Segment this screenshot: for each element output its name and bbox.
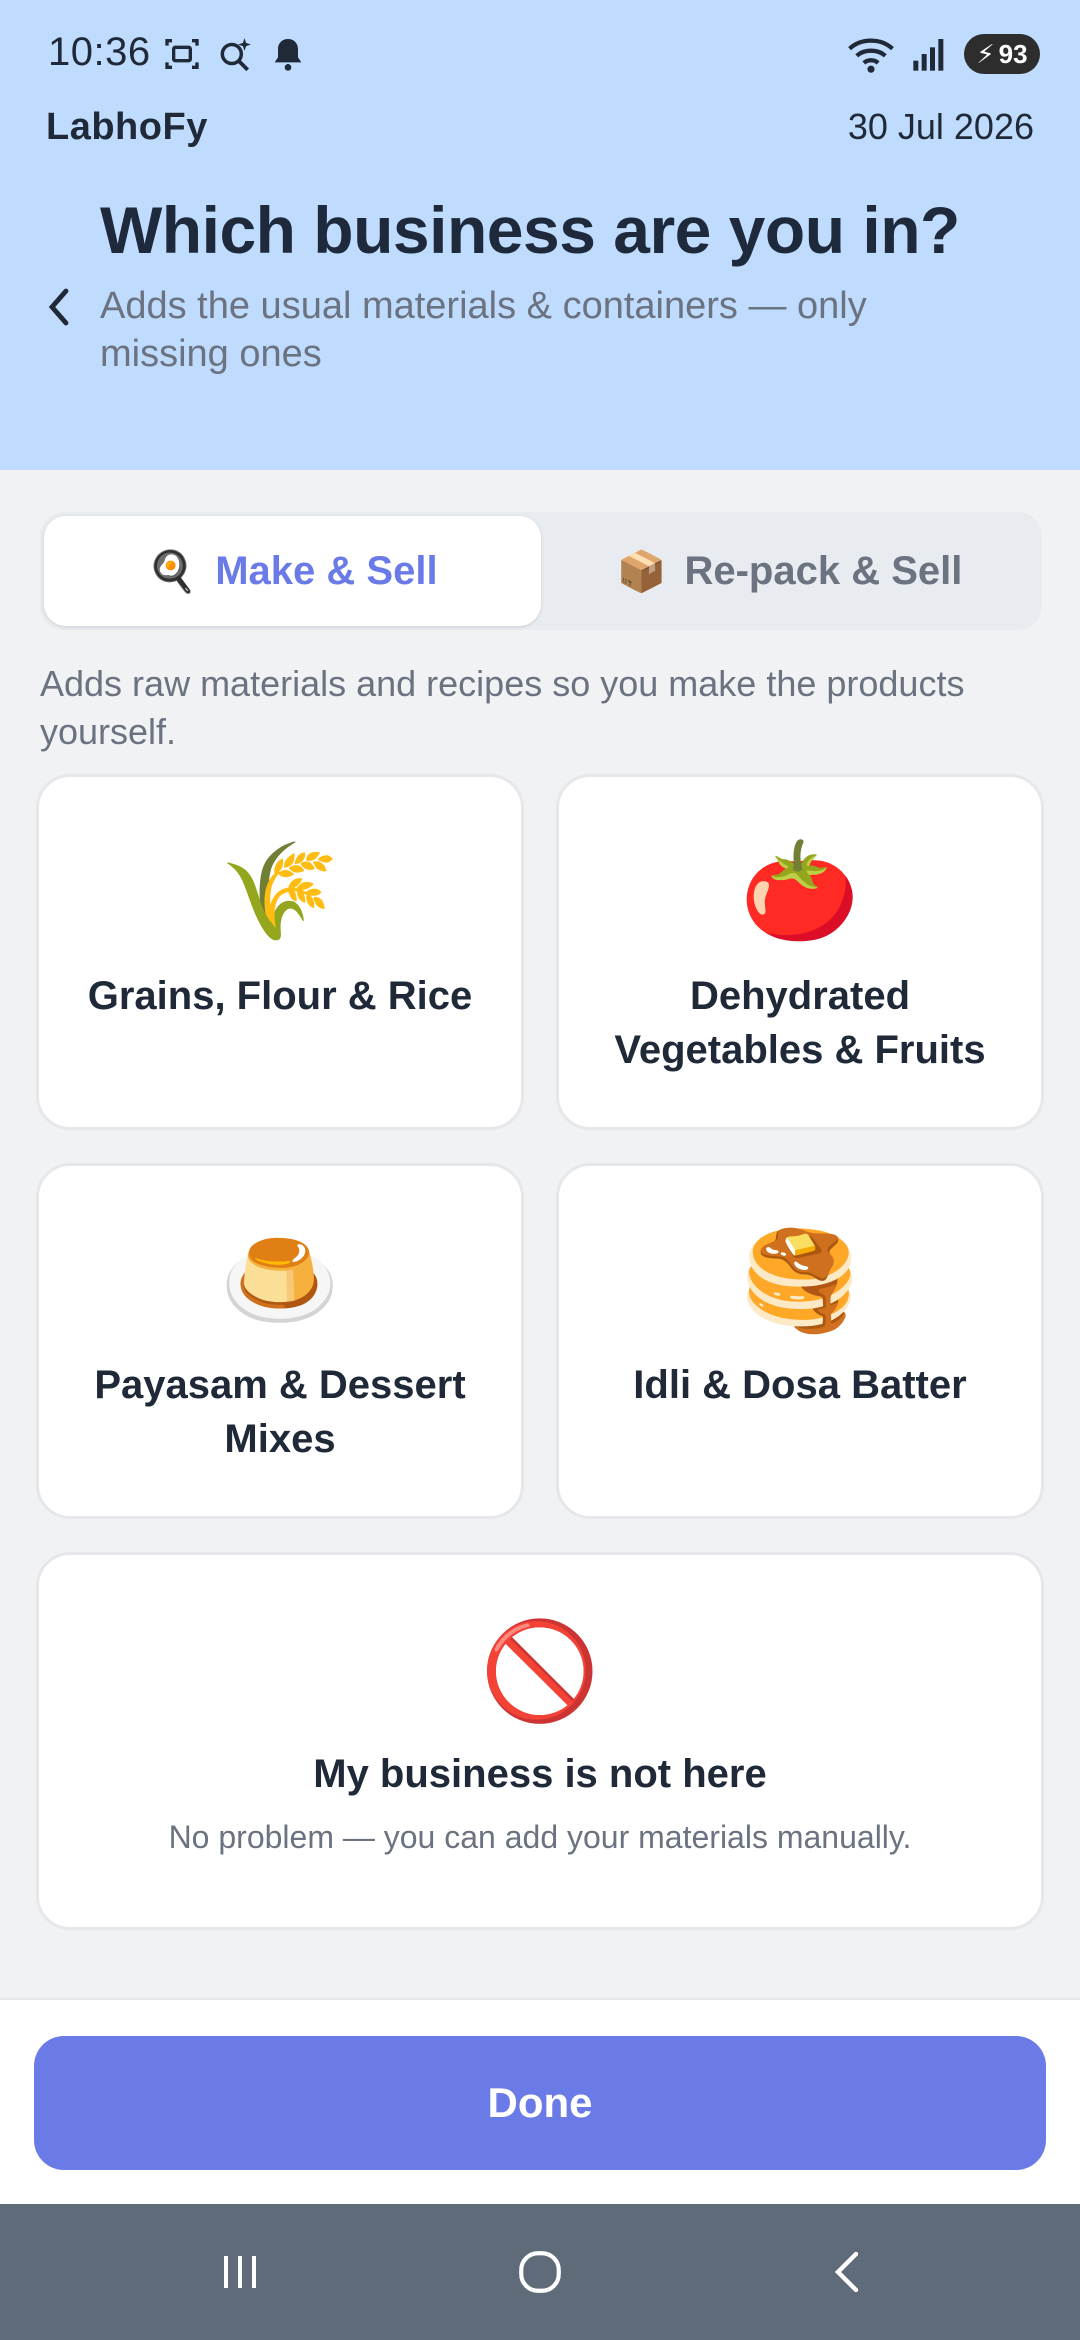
battery-level: 93 [998,38,1028,69]
category-label: Idli & Dosa Batter [633,1363,967,1407]
tab-label: Make & Sell [215,548,438,593]
tab-repack-and-sell[interactable]: 📦 Re-pack & Sell [541,516,1038,626]
prohibited-icon: 🚫 [480,1618,600,1725]
notification-bell-icon [274,39,302,71]
category-card-grains[interactable]: 🌾 Grains, Flour & Rice [36,774,524,1130]
signal-icon [913,39,944,71]
helper-text: Adds raw materials and recipes so you ma… [40,663,965,752]
app-name: LabhoFy [46,106,208,148]
chevron-left-icon [48,288,69,326]
search-sparkle-icon [220,38,251,72]
screen: 10:36 ⚡ 93 LabhoFy 30 Jul 2026 Which bus… [0,0,1080,2340]
category-label: Dehydrated Vegetables & Fruits [614,974,986,1072]
business-mode-tabs: 🍳 Make & Sell 📦 Re-pack & Sell [40,512,1042,630]
rice-plant-icon: 🌾 [220,838,340,945]
status-icons-left [162,34,308,74]
package-icon: 📦 [616,549,667,594]
tomato-icon: 🍅 [740,838,860,945]
category-card-payasam[interactable]: 🍮 Payasam & Dessert Mixes [36,1163,524,1519]
status-icons-right: ⚡ 93 [846,34,1040,74]
bottom-action-bar: Done [0,1998,1080,2204]
recent-apps-button[interactable] [200,2240,280,2304]
business-not-here-card[interactable]: 🚫 My business is not here No problem — y… [36,1552,1044,1930]
not-here-label: My business is not here [313,1752,767,1796]
status-bar: 10:36 ⚡ 93 [0,0,1080,110]
frying-pan-icon: 🍳 [147,549,198,594]
category-card-dehydrated[interactable]: 🍅 Dehydrated Vegetables & Fruits [556,774,1044,1130]
recent-apps-icon [224,2256,256,2288]
page-title: Which business are you in? [100,193,960,267]
back-nav-button[interactable] [806,2240,886,2304]
tab-label: Re-pack & Sell [684,548,963,593]
category-card-batter[interactable]: 🥞 Idli & Dosa Batter [556,1163,1044,1519]
category-label: Payasam & Dessert Mixes [94,1363,466,1461]
tab-make-and-sell[interactable]: 🍳 Make & Sell [44,516,541,626]
home-icon [519,2251,561,2293]
battery-indicator: ⚡ 93 [964,34,1040,74]
screenshot-icon [165,39,199,69]
pancakes-icon: 🥞 [740,1227,860,1334]
status-time: 10:36 [48,30,151,74]
charging-icon: ⚡ [976,38,995,69]
not-here-description: No problem — you can add your materials … [168,1819,912,1855]
done-button[interactable]: Done [34,2036,1046,2170]
back-nav-icon [834,2251,859,2293]
wifi-icon [848,38,894,73]
home-button[interactable] [500,2240,580,2304]
header: 10:36 ⚡ 93 LabhoFy 30 Jul 2026 Which bus… [0,0,1080,470]
page-subtitle: Adds the usual materials & containers — … [100,285,867,375]
back-button[interactable] [38,282,78,332]
category-label: Grains, Flour & Rice [87,974,473,1018]
pudding-icon: 🍮 [220,1227,340,1334]
date-label: 30 Jul 2026 [847,106,1034,147]
system-nav-bar [0,2204,1080,2340]
